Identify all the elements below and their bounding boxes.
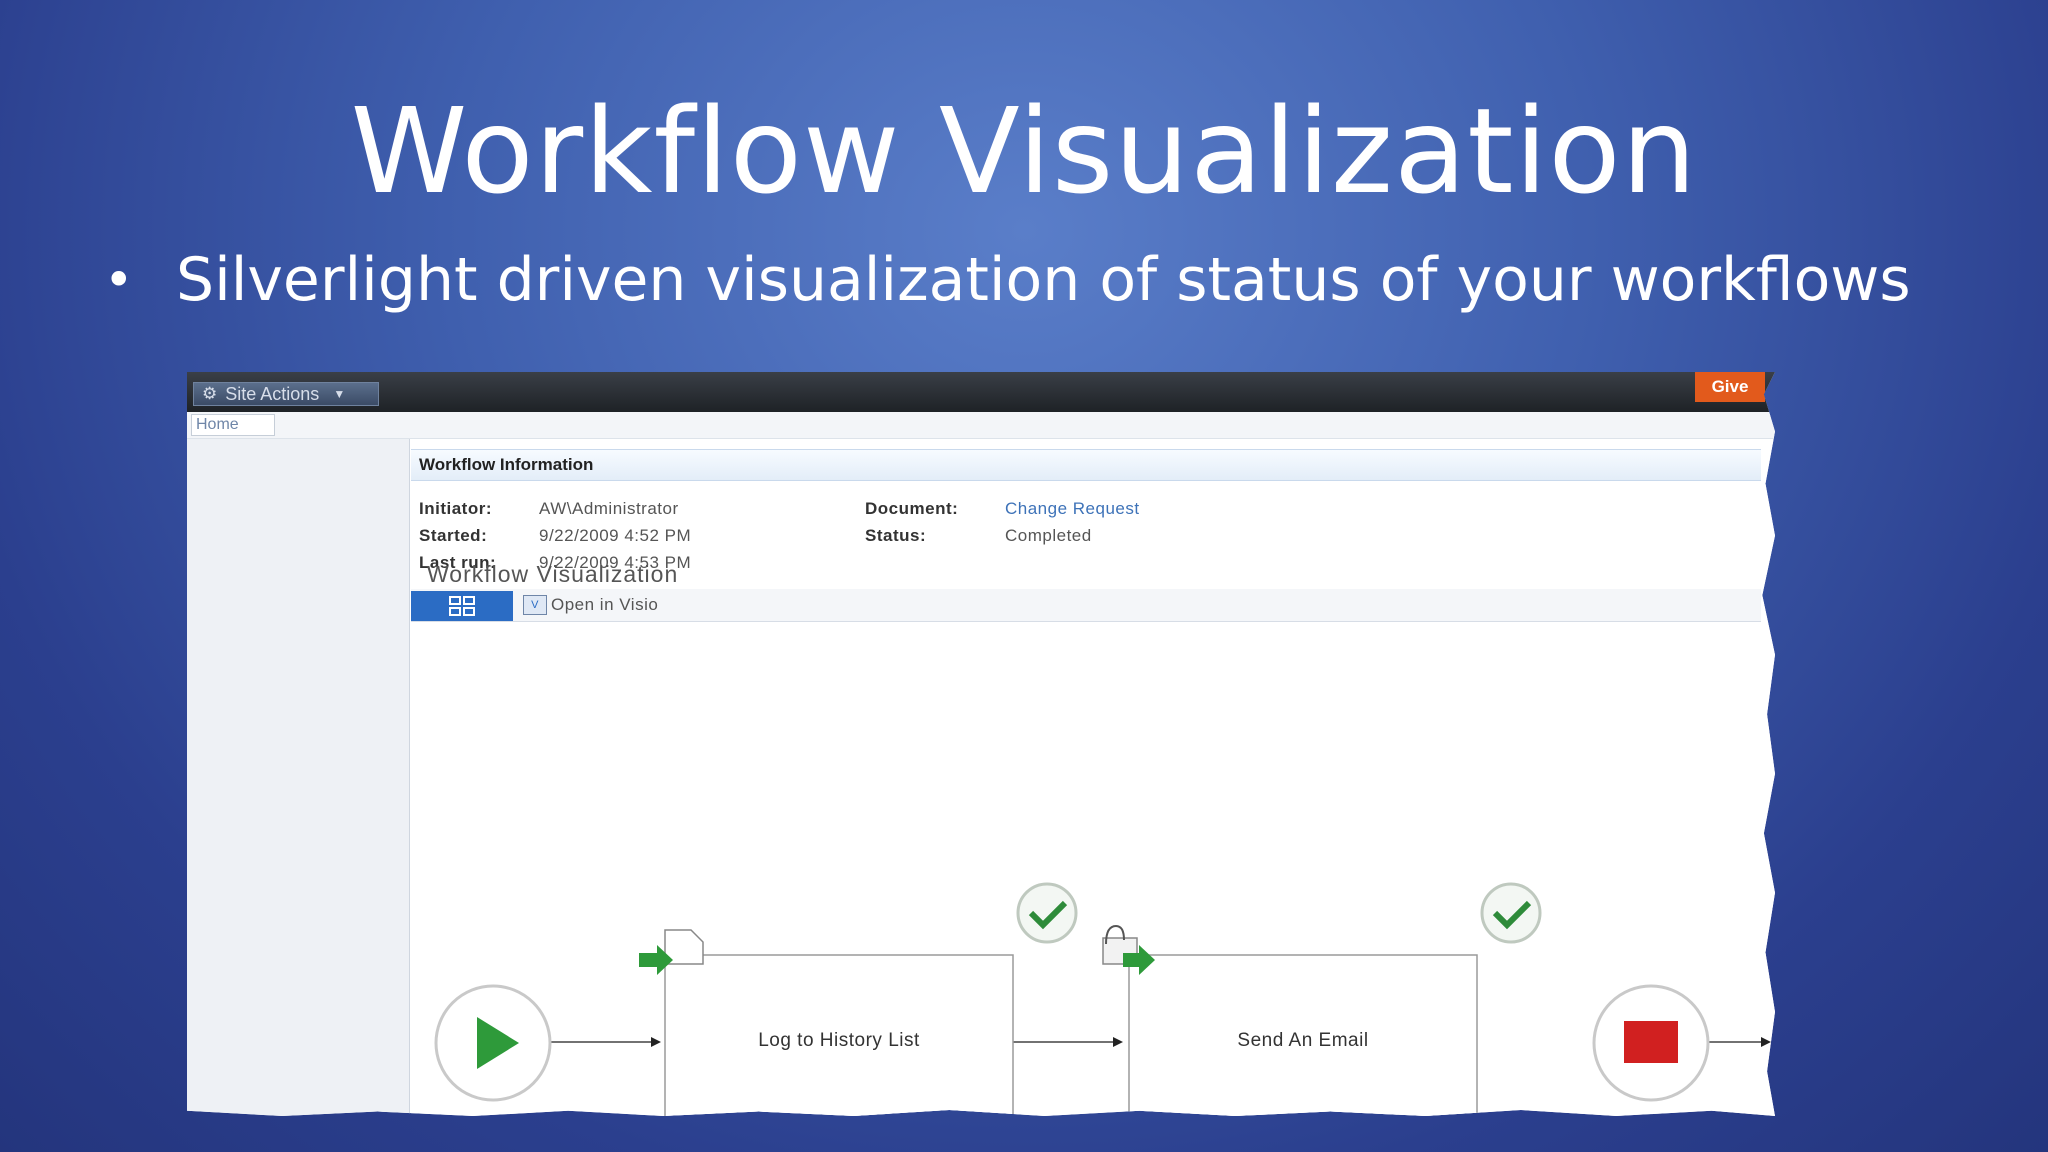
breadcrumb-bar [187, 412, 1775, 439]
start-node[interactable] [434, 984, 552, 1102]
stop-icon [1624, 1021, 1678, 1063]
connector-start-step1 [551, 1037, 661, 1047]
end-node[interactable] [1592, 984, 1710, 1102]
site-actions-label: Site Actions [225, 383, 320, 404]
tab-home[interactable]: Home [191, 414, 275, 436]
main-content: Workflow Information Initiator: AW\Admini… [411, 439, 1775, 1116]
left-navigation [187, 439, 410, 1116]
checkmark-icon [1016, 882, 1078, 944]
site-actions-menu[interactable]: ⚙ Site Actions ▼ [193, 382, 379, 406]
step2-label: Send An Email [1237, 1030, 1369, 1051]
sharepoint-screenshot: ⚙ Site Actions ▼ Give Home Workflow Info… [187, 372, 1775, 1116]
gear-icon: ⚙ [202, 384, 218, 403]
checkmark-icon [1480, 882, 1542, 944]
slide-title: Workflow Visualization [350, 82, 1698, 220]
chevron-down-icon: ▼ [333, 387, 346, 401]
step1-label: Log to History List [758, 1030, 920, 1051]
bullet-item: • Silverlight driven visualization of st… [104, 245, 1911, 315]
ribbon-bar: ⚙ Site Actions ▼ Give [187, 372, 1775, 412]
connector-step1-step2 [1011, 1037, 1123, 1047]
give-feedback-button[interactable]: Give [1695, 372, 1765, 402]
bullet-text: Silverlight driven visualization of stat… [176, 245, 1911, 315]
bullet-icon: • [104, 251, 134, 309]
workflow-diagram [434, 882, 1771, 1116]
